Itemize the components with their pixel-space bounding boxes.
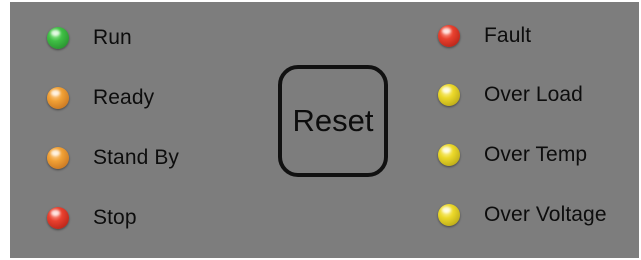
status-panel: Run Ready Stand By Stop Reset Fault Over… (10, 2, 639, 258)
indicator-over-voltage: Over Voltage (438, 200, 607, 230)
indicator-label: Over Load (484, 83, 583, 106)
red-led-icon (438, 25, 460, 47)
indicator-label: Over Voltage (484, 203, 607, 226)
yellow-led-icon (438, 84, 460, 106)
yellow-led-icon (438, 204, 460, 226)
indicator-stop: Stop (47, 203, 137, 233)
indicator-over-temp: Over Temp (438, 140, 587, 170)
orange-led-icon (47, 147, 69, 169)
indicator-over-load: Over Load (438, 80, 583, 110)
reset-button-label: Reset (292, 103, 374, 138)
indicator-fault: Fault (438, 21, 531, 51)
indicator-ready: Ready (47, 83, 154, 113)
indicator-label: Stop (93, 206, 137, 229)
indicator-label: Ready (93, 86, 155, 109)
orange-led-icon (47, 87, 69, 109)
red-led-icon (47, 207, 69, 229)
indicator-label: Fault (484, 24, 532, 47)
yellow-led-icon (438, 144, 460, 166)
green-led-icon (47, 27, 69, 49)
indicator-label: Over Temp (484, 143, 588, 166)
reset-button[interactable]: Reset (278, 65, 388, 177)
indicator-label: Stand By (93, 146, 180, 169)
indicator-stand-by: Stand By (47, 143, 179, 173)
indicator-run: Run (47, 23, 132, 53)
indicator-label: Run (93, 26, 132, 49)
